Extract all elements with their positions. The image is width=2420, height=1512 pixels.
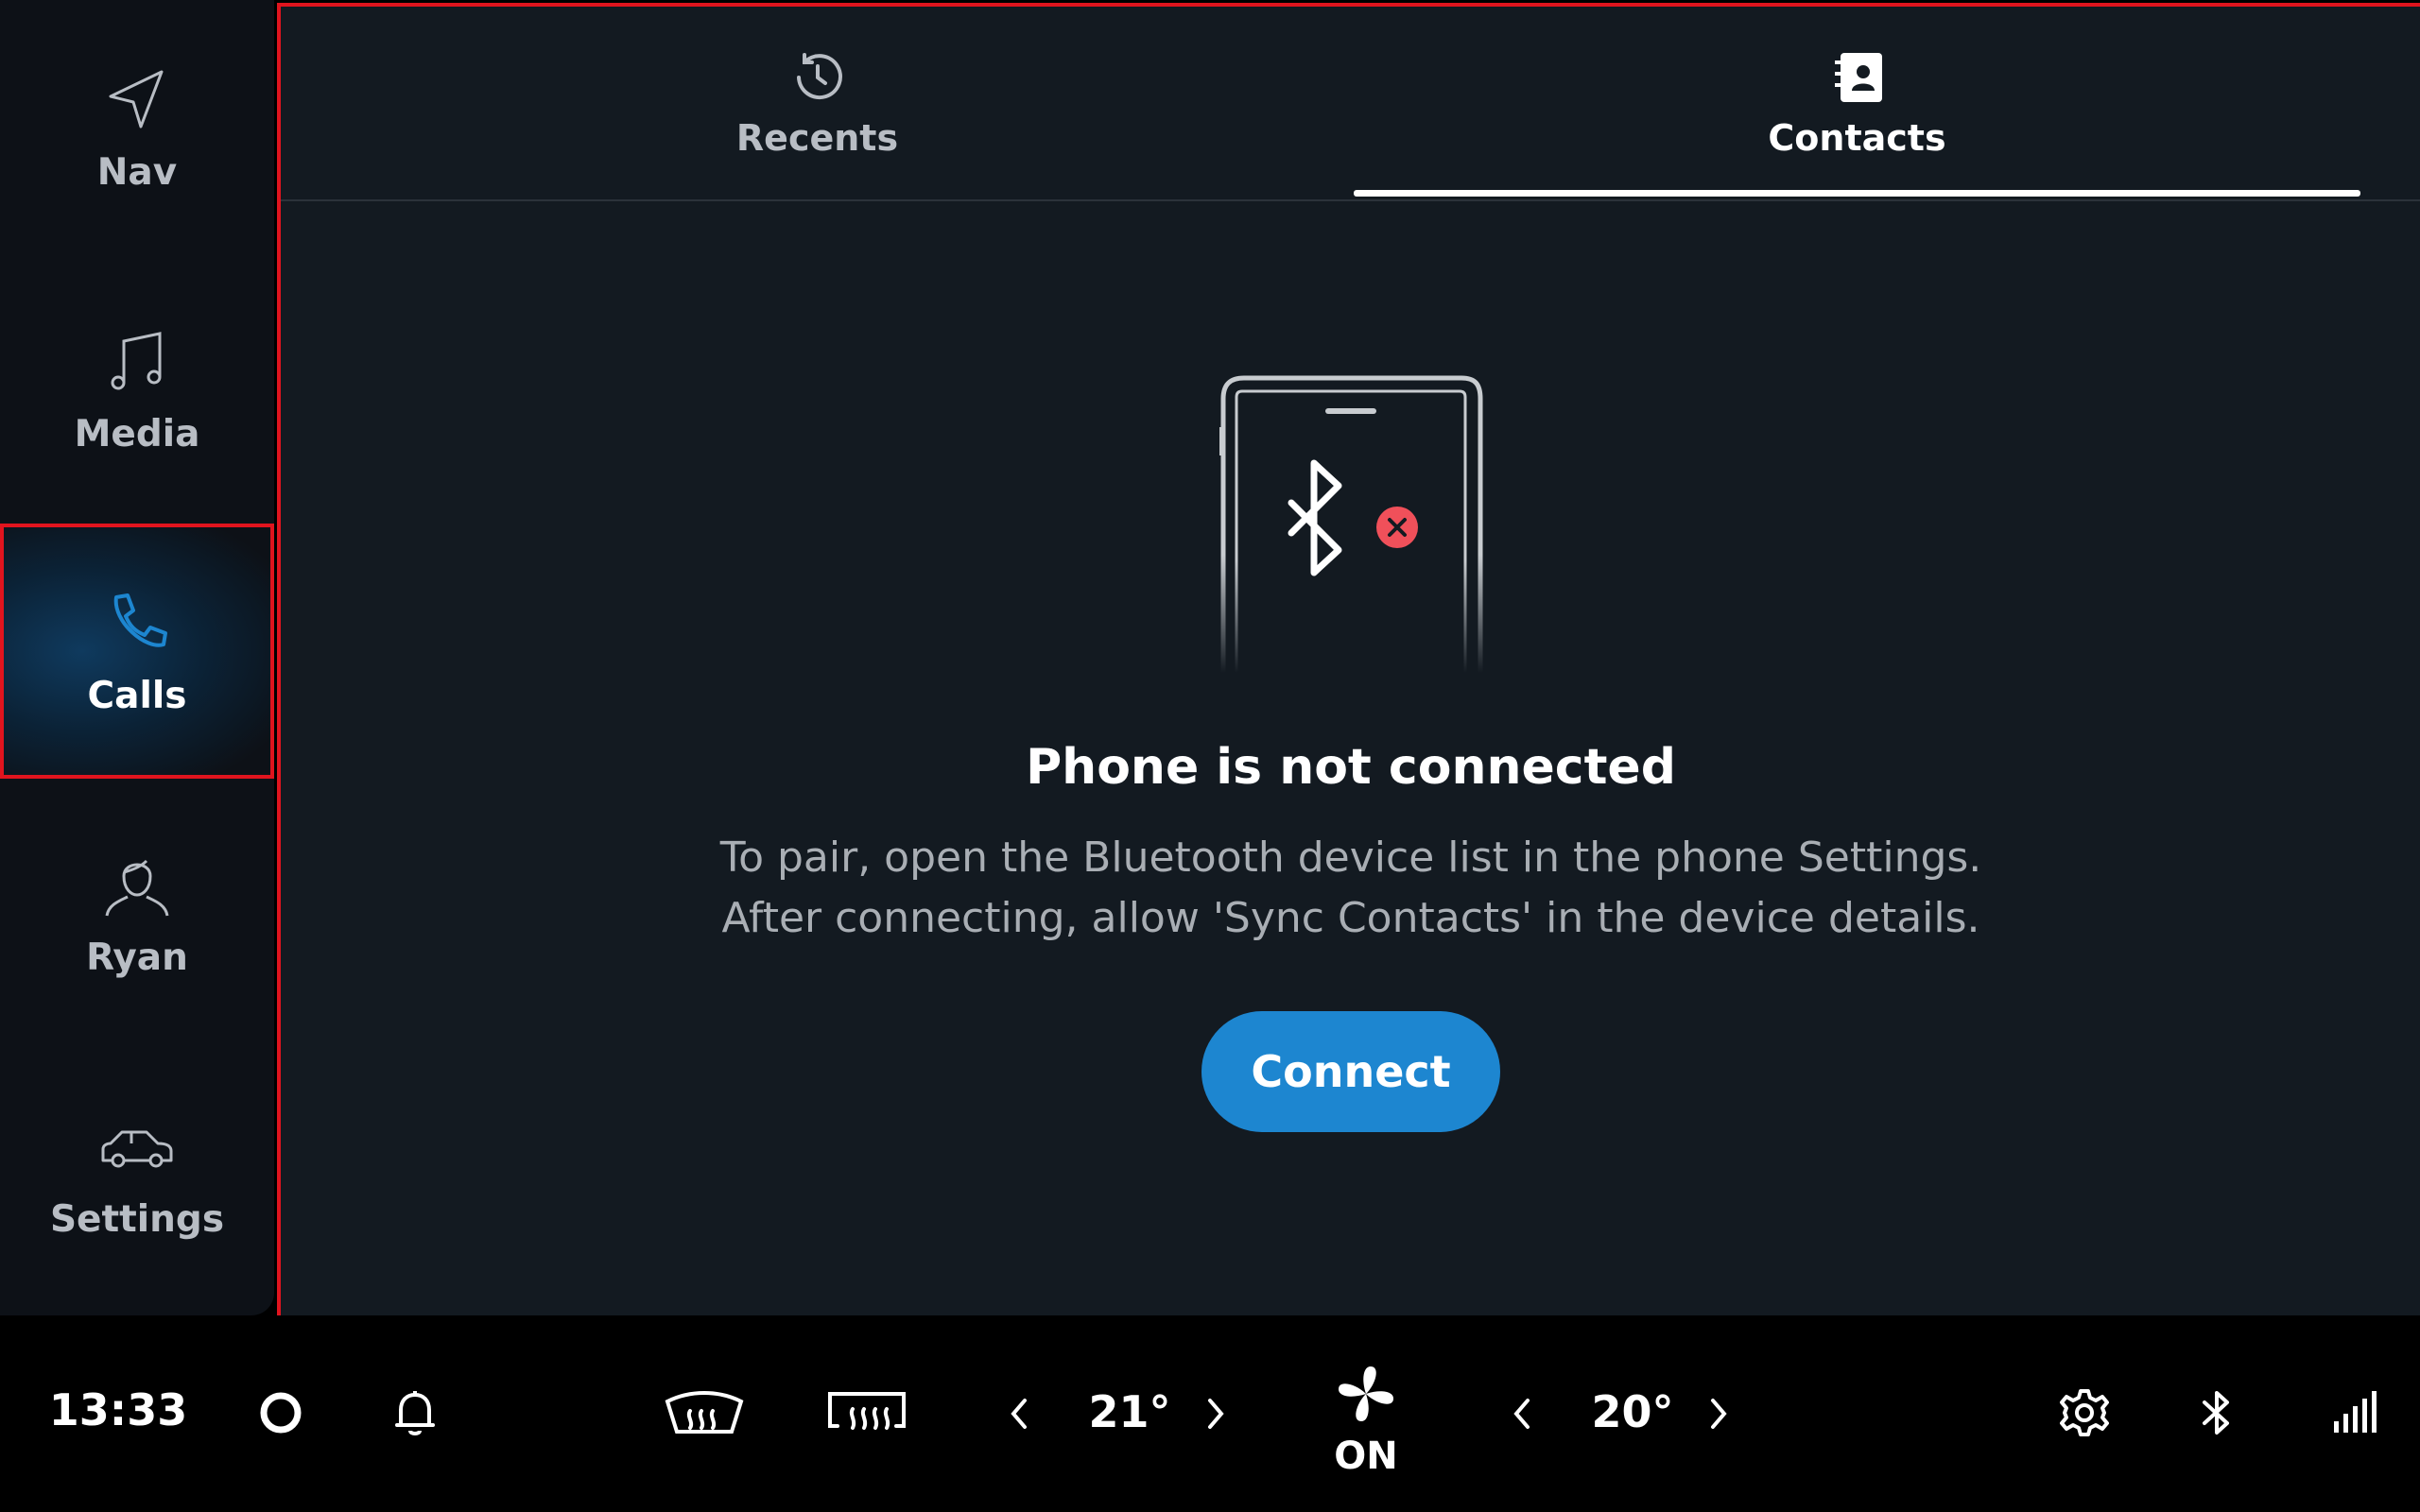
sidebar-item-calls[interactable]: Calls bbox=[0, 524, 274, 779]
assistant-ring-icon bbox=[260, 1392, 302, 1434]
fan-icon bbox=[1339, 1366, 1393, 1421]
chevron-left-icon bbox=[1513, 1399, 1530, 1429]
tab-recents[interactable]: Recents bbox=[281, 7, 1354, 199]
driver-temperature: 21° bbox=[1088, 1386, 1171, 1437]
sidebar: Nav Media Calls Ryan Settings bbox=[0, 0, 274, 1315]
sidebar-item-settings[interactable]: Settings bbox=[0, 1047, 274, 1302]
chevron-right-icon bbox=[1208, 1399, 1224, 1429]
empty-state: Phone is not connected To pair, open the… bbox=[281, 196, 2420, 1316]
car-icon bbox=[101, 1130, 173, 1167]
passenger-temp-decrease[interactable] bbox=[1503, 1385, 1541, 1442]
sidebar-item-nav[interactable]: Nav bbox=[0, 0, 274, 255]
description-line-2: After connecting, allow 'Sync Contacts' … bbox=[721, 894, 1980, 942]
chevron-right-icon bbox=[1711, 1399, 1727, 1429]
chevron-left-icon bbox=[1011, 1399, 1027, 1429]
bottom-status-bar: 13:33 21° ON 20° bbox=[0, 1315, 2420, 1512]
front-defrost-icon bbox=[665, 1391, 744, 1434]
navigation-arrow-icon bbox=[109, 70, 164, 128]
sidebar-item-label: Calls bbox=[87, 674, 187, 717]
sidebar-item-media[interactable]: Media bbox=[0, 262, 274, 517]
signal-bars-icon bbox=[2334, 1391, 2377, 1433]
passenger-temperature: 20° bbox=[1591, 1386, 1674, 1437]
sidebar-item-label: Nav bbox=[96, 150, 178, 194]
settings-button[interactable] bbox=[2051, 1380, 2118, 1446]
tab-bar: Recents Contacts bbox=[281, 7, 2420, 201]
music-note-icon bbox=[111, 331, 162, 389]
driver-temp-decrease[interactable] bbox=[1000, 1385, 1038, 1442]
sidebar-item-label: Settings bbox=[49, 1197, 225, 1241]
front-defrost-button[interactable] bbox=[662, 1374, 747, 1450]
cellular-signal-indicator bbox=[2321, 1380, 2387, 1446]
tab-contacts[interactable]: Contacts bbox=[1354, 7, 2360, 199]
passenger-temp-increase[interactable] bbox=[1700, 1385, 1737, 1442]
user-profile-icon bbox=[105, 859, 169, 916]
history-icon bbox=[796, 53, 842, 100]
clock: 13:33 bbox=[48, 1384, 188, 1435]
fan-button[interactable]: ON bbox=[1323, 1344, 1409, 1495]
tab-label: Recents bbox=[735, 117, 899, 159]
phone-icon bbox=[113, 593, 167, 647]
tab-label: Contacts bbox=[1768, 117, 1946, 159]
bluetooth-button[interactable] bbox=[2184, 1380, 2250, 1446]
bell-icon bbox=[395, 1391, 435, 1435]
driver-temp-increase[interactable] bbox=[1197, 1385, 1235, 1442]
gear-icon bbox=[2060, 1389, 2109, 1436]
rear-defrost-icon bbox=[828, 1392, 906, 1430]
sidebar-item-label: Ryan bbox=[86, 936, 188, 979]
main-panel: Recents Contacts Phone is not connected … bbox=[277, 3, 2420, 1320]
description-line-1: To pair, open the Bluetooth device list … bbox=[719, 833, 1982, 882]
sidebar-item-profile[interactable]: Ryan bbox=[0, 785, 274, 1040]
contacts-book-icon bbox=[1834, 53, 1882, 102]
bluetooth-icon bbox=[2203, 1391, 2229, 1435]
voice-assistant-button[interactable] bbox=[248, 1380, 314, 1446]
notifications-button[interactable] bbox=[382, 1380, 448, 1446]
fan-status-label: ON bbox=[1334, 1435, 1398, 1478]
empty-state-description: To pair, open the Bluetooth device list … bbox=[720, 828, 1982, 949]
empty-state-title: Phone is not connected bbox=[1026, 739, 1676, 796]
phone-bluetooth-disconnected-icon bbox=[1219, 375, 1483, 673]
rear-defrost-button[interactable] bbox=[824, 1374, 909, 1450]
connect-button[interactable]: Connect bbox=[1201, 1011, 1500, 1132]
sidebar-item-label: Media bbox=[74, 412, 200, 455]
